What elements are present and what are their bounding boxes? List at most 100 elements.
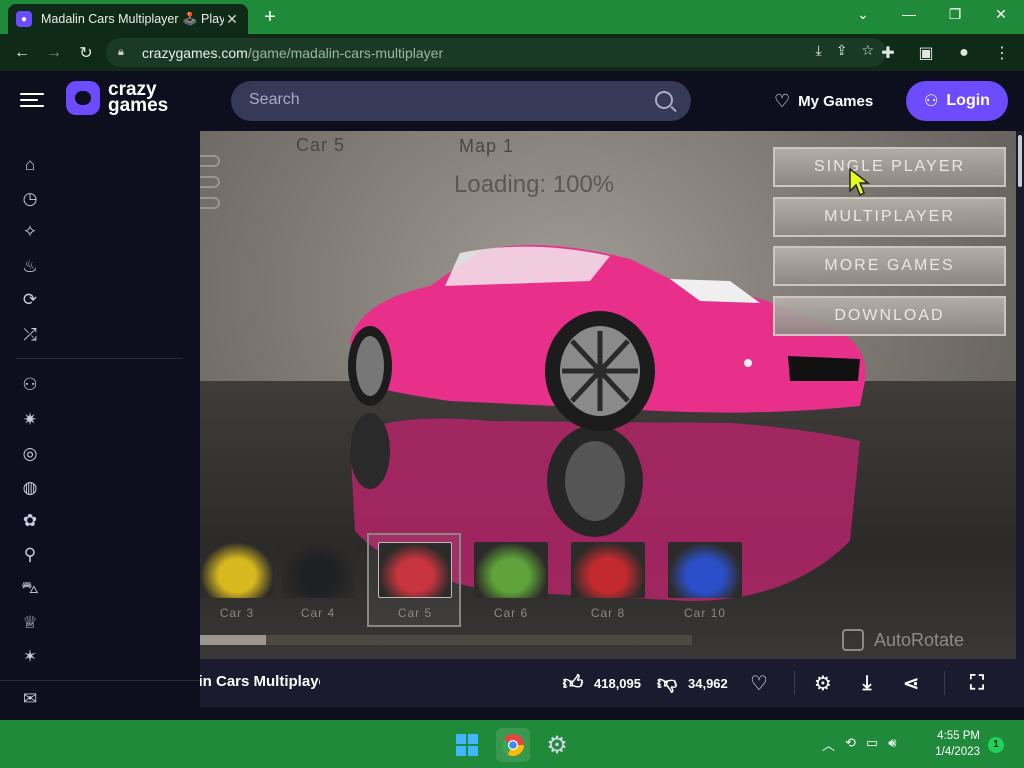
flame-icon: ♨ bbox=[22, 257, 38, 276]
sidebar-item-bike[interactable]: ⚲ bbox=[18, 543, 188, 567]
reload-button[interactable]: ↻ bbox=[70, 37, 102, 69]
car-thumbnail-label: Car 4 bbox=[300, 606, 336, 620]
sidebar-item-two-player[interactable]: ⚇ bbox=[18, 373, 188, 397]
compass-icon: ◎ bbox=[22, 444, 38, 463]
browser-menu-kebab-icon[interactable]: ⋮ bbox=[986, 37, 1018, 69]
windows-taskbar: ⚙ ︿ ⟲ ▭ 🔊︎ 4:55 PM 1/4/2023 1 bbox=[0, 720, 1024, 768]
sidebar-item-flower[interactable]: ✿ bbox=[18, 509, 188, 533]
system-tray: ︿ ⟲ ▭ 🔊︎ bbox=[822, 735, 896, 754]
sidebar-item-basketball[interactable]: ◍ bbox=[18, 476, 188, 500]
favorite-button[interactable]: ♡ bbox=[746, 670, 772, 696]
map-label: Map 1 bbox=[459, 136, 515, 156]
back-button[interactable]: ← bbox=[6, 37, 38, 69]
close-window-button[interactable]: ✕ bbox=[978, 0, 1024, 30]
car-thumbnail[interactable] bbox=[200, 542, 274, 598]
my-games-button[interactable]: ♡ My Games bbox=[774, 91, 873, 112]
car-list-scroll-thumb[interactable] bbox=[200, 635, 266, 645]
car-thumbnail[interactable] bbox=[378, 542, 452, 598]
settings-taskbar-icon[interactable]: ⚙ bbox=[540, 728, 574, 762]
dislike-count: 34,962 bbox=[688, 675, 728, 691]
sidebar-item-magic[interactable]: ✶ bbox=[18, 645, 188, 669]
download-button[interactable]: ⤓ bbox=[854, 670, 880, 696]
sidebar-item-sparkle[interactable]: ✧ bbox=[18, 220, 188, 244]
minimize-button[interactable]: — bbox=[886, 0, 932, 30]
car-thumbnail-label: Car 8 bbox=[590, 606, 626, 620]
single-player-button[interactable]: SINGLE PLAYER bbox=[773, 147, 1006, 187]
install-app-icon[interactable]: ⤓ bbox=[816, 42, 822, 59]
dislike-button[interactable]: 👎︎ 34,962 bbox=[654, 670, 728, 696]
sidebar-item-joystick[interactable]: ♕ bbox=[18, 611, 188, 635]
search-icon[interactable] bbox=[655, 91, 673, 109]
sidebar-footer: ✉ bbox=[0, 680, 200, 720]
notification-badge[interactable]: 1 bbox=[988, 737, 1004, 753]
home-icon: ⌂ bbox=[24, 155, 36, 174]
volume-icon[interactable]: 🔊︎ bbox=[888, 735, 896, 754]
new-tab-button[interactable]: + bbox=[258, 6, 282, 30]
thumbs-down-icon: 👎︎ bbox=[656, 672, 678, 694]
car-thumbnail[interactable] bbox=[571, 542, 645, 598]
chrome-taskbar-icon[interactable] bbox=[496, 728, 530, 762]
sidebar-item-action[interactable]: ✷ bbox=[18, 408, 188, 432]
display-icon[interactable]: ▭ bbox=[866, 735, 878, 754]
windows-start-icon[interactable] bbox=[450, 728, 484, 762]
tab-search-chevron-icon[interactable]: ⌄ bbox=[840, 0, 886, 30]
extensions-puzzle-icon[interactable]: ✚ bbox=[872, 37, 904, 69]
tray-chevron-icon[interactable]: ︿ bbox=[822, 735, 835, 754]
sidebar-item-shuffle[interactable]: ⤮ bbox=[18, 323, 188, 347]
share-icon[interactable]: ⇪ bbox=[836, 42, 848, 59]
sidebar-item-contact[interactable]: ✉ bbox=[18, 687, 188, 711]
basketball-icon: ◍ bbox=[22, 478, 38, 497]
side-panel-icon[interactable]: ▣ bbox=[910, 37, 942, 69]
sidebar-item-compass[interactable]: ◎ bbox=[18, 442, 188, 466]
game-canvas[interactable]: Car 5 Map 1 Loading: 100% SINGLE PLAYER M… bbox=[200, 131, 1016, 659]
share-button[interactable]: ⋖ bbox=[898, 670, 924, 696]
profile-avatar-icon[interactable]: ● bbox=[948, 37, 980, 69]
more-games-button[interactable]: MORE GAMES bbox=[773, 246, 1006, 286]
sidebar-item-home[interactable]: ⌂ bbox=[18, 153, 188, 177]
autorotate-checkbox[interactable] bbox=[842, 629, 864, 651]
bike-icon: ⚲ bbox=[23, 545, 37, 564]
browser-tab[interactable]: ● Madalin Cars Multiplayer 🕹️ Play ✕ bbox=[8, 4, 248, 34]
sync-icon[interactable]: ⟲ bbox=[845, 735, 856, 754]
like-button[interactable]: 👍︎ 418,095 bbox=[560, 670, 641, 696]
crazygames-logo[interactable]: crazy games bbox=[66, 80, 169, 116]
heart-outline-icon: ♡ bbox=[750, 672, 768, 695]
car-thumbnail[interactable] bbox=[668, 542, 742, 598]
sidebar-toggle-menu-icon[interactable] bbox=[20, 89, 44, 113]
car-list-scroll-track[interactable] bbox=[200, 635, 692, 645]
lock-icon: 🔒︎ bbox=[118, 46, 124, 58]
game-side-tabs[interactable] bbox=[200, 155, 220, 218]
download-game-button[interactable]: DOWNLOAD bbox=[773, 296, 1006, 336]
car-thumbnail-label: Car 6 bbox=[493, 606, 529, 620]
car-label: Car 5 bbox=[296, 135, 346, 155]
fullscreen-button[interactable]: ⛶ bbox=[964, 670, 990, 696]
fullscreen-icon: ⛶ bbox=[970, 671, 984, 694]
action-icon: ✷ bbox=[22, 410, 38, 429]
close-tab-icon[interactable]: ✕ bbox=[224, 11, 240, 28]
car-thumbnail[interactable] bbox=[474, 542, 548, 598]
logo-word-games: games bbox=[108, 95, 169, 116]
sidebar-item-clock[interactable]: ◷ bbox=[18, 187, 188, 211]
browser-tabbar: ● Madalin Cars Multiplayer 🕹️ Play ✕ + ⌄… bbox=[0, 0, 1024, 34]
magic-icon: ✶ bbox=[22, 647, 38, 666]
car-thumbnail[interactable] bbox=[281, 542, 355, 598]
car-icon: ⛍ bbox=[21, 578, 39, 597]
address-bar[interactable]: 🔒︎ crazygames.com/game/madalin-cars-mult… bbox=[106, 38, 886, 67]
sidebar-divider bbox=[16, 358, 183, 359]
search-input[interactable]: Search bbox=[231, 81, 691, 121]
sparkle-icon: ✧ bbox=[22, 222, 38, 241]
sidebar-item-car[interactable]: ⛍ bbox=[18, 577, 188, 601]
restore-button[interactable]: ❐ bbox=[932, 0, 978, 30]
sidebar-item-flame[interactable]: ♨ bbox=[18, 255, 188, 279]
sidebar-item-refresh[interactable]: ⟳ bbox=[18, 288, 188, 312]
login-button[interactable]: ⚇ Login bbox=[906, 81, 1008, 121]
forward-button[interactable]: → bbox=[38, 37, 70, 69]
page-scrollbar[interactable] bbox=[1016, 131, 1024, 659]
search-placeholder: Search bbox=[249, 91, 300, 108]
taskbar-clock[interactable]: 4:55 PM 1/4/2023 bbox=[935, 728, 980, 760]
autorotate-toggle[interactable]: AutoRotate bbox=[842, 629, 964, 651]
sidebar: ⌂ ◷ ✧ ♨ ⟳ ⤮ ⚇ ✷ ◎ ◍ ✿ ⚲ ⛍ ♕ ✶ ✉ bbox=[0, 131, 200, 720]
report-bug-button[interactable]: ⚙ bbox=[810, 670, 836, 696]
car-thumbnail-label: Car 5 bbox=[397, 606, 433, 620]
multiplayer-button[interactable]: MULTIPLAYER bbox=[773, 197, 1006, 237]
